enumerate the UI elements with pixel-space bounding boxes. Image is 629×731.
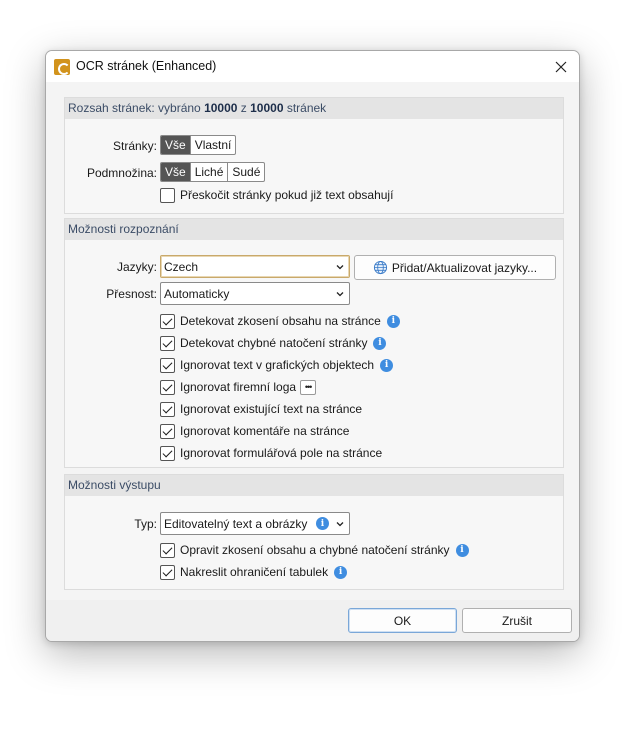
accuracy-select[interactable]: Automaticky [160, 282, 350, 305]
option-ignore-existing-text-row[interactable]: Ignorovat existující text na stránce [160, 400, 362, 418]
dialog-footer: OK Zrušit [46, 600, 579, 641]
option-detect-skew-row[interactable]: Detekovat zkosení obsahu na stránce i [160, 312, 400, 330]
title-bar: OCR stránek (Enhanced) [46, 51, 579, 82]
draw-table-borders-label: Nakreslit ohraničení tabulek [180, 565, 329, 579]
detect-skew-label: Detekovat zkosení obsahu na stránce [180, 314, 381, 328]
output-header: Možnosti výstupu [65, 475, 563, 496]
pages-option-custom[interactable]: Vlastní [189, 136, 236, 154]
info-icon[interactable]: i [334, 565, 348, 579]
skip-pages-label: Přeskočit stránky pokud již text obsahuj… [180, 188, 394, 202]
output-type-value: Editovatelný text a obrázky [164, 516, 308, 531]
add-update-languages-label: Přidat/Aktualizovat jazyky... [391, 260, 538, 275]
dialog-body: Rozsah stránek: vybráno 10000 z 10000 st… [46, 82, 579, 600]
option-fix-skew-rotation-row[interactable]: Opravit zkosení obsahu a chybné natočení… [160, 541, 469, 559]
languages-select[interactable]: Czech [160, 255, 350, 278]
option-draw-table-borders-row[interactable]: Nakreslit ohraničení tabulek i [160, 563, 348, 581]
page-range-header-suffix: stránek [283, 101, 327, 115]
globe-icon [373, 260, 387, 275]
output-type-select[interactable]: Editovatelný text a obrázky i [160, 512, 350, 535]
languages-value: Czech [164, 259, 199, 274]
info-icon[interactable]: i [386, 314, 400, 328]
output-group: Možnosti výstupu Typ: Editovatelný text … [64, 474, 564, 590]
subset-label: Podmnožina: [86, 166, 157, 180]
page-range-header-prefix: Rozsah stránek: vybráno [68, 101, 205, 115]
ignore-existing-text-label: Ignorovat existující text na stránce [180, 402, 363, 416]
ocr-dialog: OCR stránek (Enhanced) Rozsah stránek: v… [45, 50, 580, 642]
page-range-header: Rozsah stránek: vybráno 10000 z 10000 st… [65, 98, 563, 119]
accuracy-value: Automaticky [164, 286, 230, 301]
info-icon[interactable]: i [316, 517, 329, 530]
type-label: Typ: [134, 517, 157, 531]
option-ignore-form-fields-row[interactable]: Ignorovat formulářová pole na stránce [160, 444, 382, 462]
detect-rotation-checkbox[interactable] [160, 335, 175, 351]
close-button[interactable] [547, 54, 575, 79]
recognition-header: Možnosti rozpoznání [65, 219, 563, 240]
skip-pages-checkbox[interactable] [160, 187, 175, 203]
subset-segmented[interactable]: Vše Liché Sudé [160, 162, 266, 182]
ignore-graphics-text-label: Ignorovat text v grafických objektech [180, 358, 375, 372]
accuracy-label: Přesnost: [106, 287, 157, 301]
draw-table-borders-checkbox[interactable] [160, 564, 175, 580]
cancel-button[interactable]: Zrušit [462, 608, 572, 633]
close-icon [555, 61, 567, 72]
ignore-logos-checkbox[interactable] [160, 379, 175, 395]
page-range-group: Rozsah stránek: vybráno 10000 z 10000 st… [64, 97, 564, 214]
option-ignore-logos-row[interactable]: Ignorovat firemní loga ••• [160, 378, 317, 396]
fix-skew-rotation-label: Opravit zkosení obsahu a chybné natočení… [180, 543, 450, 557]
page-range-header-mid: z [237, 101, 251, 115]
window-title: OCR stránek (Enhanced) [76, 59, 217, 73]
option-ignore-graphics-text-row[interactable]: Ignorovat text v grafických objektech i [160, 356, 394, 374]
skip-pages-checkbox-row[interactable]: Přeskočit stránky pokud již text obsahuj… [160, 186, 393, 204]
info-icon[interactable]: i [455, 543, 469, 557]
app-logo-icon [54, 59, 70, 75]
chevron-down-icon [336, 522, 344, 527]
subset-option-odd[interactable]: Liché [189, 163, 228, 181]
chevron-down-icon [336, 265, 344, 270]
total-count: 10000 [250, 101, 284, 115]
ignore-comments-checkbox[interactable] [160, 423, 175, 439]
ignore-existing-text-checkbox[interactable] [160, 401, 175, 417]
info-icon[interactable]: i [380, 358, 394, 372]
option-ignore-comments-row[interactable]: Ignorovat komentáře na stránce [160, 422, 349, 440]
detect-skew-checkbox[interactable] [160, 313, 175, 329]
ok-button[interactable]: OK [348, 608, 457, 633]
pages-segmented[interactable]: Vše Vlastní [160, 135, 237, 155]
subset-option-all[interactable]: Vše [161, 163, 190, 181]
pages-option-all[interactable]: Vše [161, 136, 190, 154]
detect-rotation-label: Detekovat chybné natočení stránky [180, 336, 368, 350]
ignore-logos-label: Ignorovat firemní loga [180, 380, 297, 394]
languages-label: Jazyky: [116, 260, 157, 274]
ignore-form-fields-checkbox[interactable] [160, 445, 175, 461]
ignore-comments-label: Ignorovat komentáře na stránce [180, 424, 350, 438]
chevron-down-icon [336, 292, 344, 297]
ignore-graphics-text-checkbox[interactable] [160, 357, 175, 373]
fix-skew-rotation-checkbox[interactable] [160, 542, 175, 558]
option-detect-rotation-row[interactable]: Detekovat chybné natočení stránky i [160, 334, 387, 352]
selected-count: 10000 [204, 101, 238, 115]
ignore-form-fields-label: Ignorovat formulářová pole na stránce [180, 446, 383, 460]
add-update-languages-button[interactable]: Přidat/Aktualizovat jazyky... [354, 255, 556, 280]
pages-label: Stránky: [112, 139, 157, 153]
info-icon[interactable]: i [373, 336, 387, 350]
more-options-button[interactable]: ••• [300, 379, 317, 395]
subset-option-even[interactable]: Sudé [227, 163, 264, 181]
recognition-group: Možnosti rozpoznání Jazyky: Czech Přidat… [64, 218, 564, 468]
